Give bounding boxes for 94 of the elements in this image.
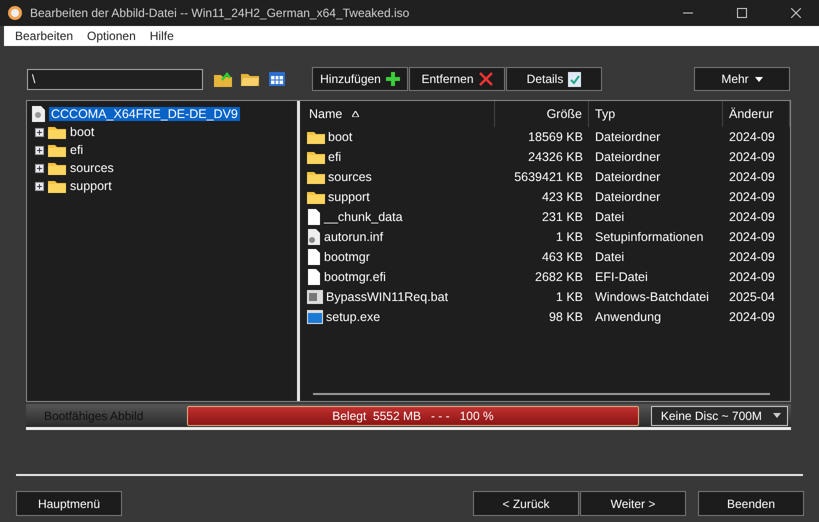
grid-view-icon[interactable] [266,69,288,89]
file-name[interactable]: autorun.inf [324,230,384,244]
folder-icon [307,170,325,184]
folder-icon [307,190,325,204]
file-icon [307,209,321,225]
table-cell-text: 18569 KB [527,129,584,146]
table-cell-text: Anwendung [594,309,662,326]
caret-icon [773,413,781,418]
path-field[interactable]: \ [27,68,203,90]
file-name[interactable]: setup.exe [326,310,380,324]
folder-icon [307,150,325,164]
maximize-icon [737,8,747,18]
folder-icon [48,179,66,193]
details-button[interactable]: Details [506,67,602,91]
expand-icon[interactable] [35,128,44,136]
table-cell-text: 2025-04 [728,289,776,306]
tree-item[interactable]: CCCOMA_X64FRE_DE-DE_DV9 [49,107,240,121]
sort-icon [352,111,360,117]
column-header[interactable]: Änderur [723,101,790,127]
table-cell-text: 231 KB [540,209,584,226]
file-name[interactable]: boot [328,130,352,144]
tree-item[interactable]: support [70,179,112,193]
menu-item[interactable]: Hilfe [142,29,181,43]
more-button[interactable]: Mehr [694,67,790,91]
table-cell-text: Setupinformationen [594,229,704,246]
scrollbar[interactable] [313,393,770,395]
footer-button[interactable]: < Zurück [473,491,579,516]
tree-item[interactable]: boot [70,125,94,139]
table-cell-text: Dateiordner [594,189,662,206]
disc-icon [8,6,22,20]
table-cell-text: Dateiordner [594,169,662,186]
table-cell-text: 98 KB [548,309,584,326]
menu-item[interactable]: Optionen [80,29,143,43]
table-cell-text: 5639421 KB [513,169,584,186]
table-cell-text: 2024-09 [728,169,776,186]
file-name[interactable]: bootmgr [324,250,370,264]
column-header[interactable]: Größe [495,101,589,127]
table-cell-text: 1 KB [554,229,584,246]
table-cell-text: 2024-09 [728,229,776,246]
batch-file-icon [307,290,323,304]
file-icon [307,269,321,285]
settings-file-icon [307,229,321,245]
table-cell-text: 1 KB [554,289,584,306]
table-cell-text: EFI-Datei [594,269,649,286]
close-icon [791,8,801,18]
caret-icon [754,76,763,82]
footer-button[interactable]: Weiter > [580,491,686,516]
table-cell-text: 2024-09 [728,249,776,266]
table-cell-text: Dateiordner [594,149,662,166]
expand-icon[interactable] [35,182,44,190]
table-cell-text: 2024-09 [728,189,776,206]
table-cell-text: Windows-Batchdatei [594,289,710,306]
footer-button[interactable]: Beenden [698,491,804,516]
expand-icon[interactable] [35,146,44,154]
tree-item[interactable]: efi [70,143,84,157]
table-cell-text: 2024-09 [728,269,776,286]
menu-item[interactable]: Bearbeiten [8,29,80,43]
file-name[interactable]: sources [328,170,372,184]
usage-text: Belegt 5552 MB - - - 100 % [331,408,495,422]
file-icon [307,249,321,265]
table-cell-text: 463 KB [540,249,584,266]
folder-icon [307,130,325,144]
window-title: Bearbeiten der Abbild-Datei -- Win11_24H2_German_x64_Tweaked.iso [30,6,410,20]
file-name[interactable]: bootmgr.efi [324,270,386,284]
disc-select[interactable]: Keine Disc ~ 700M [650,406,788,426]
table-cell-text: 2024-09 [728,209,776,226]
column-header[interactable]: Typ [589,101,723,127]
add-button[interactable]: Hinzufügen [312,67,408,91]
tree-item[interactable]: sources [70,161,114,175]
application-icon [307,310,323,324]
table-cell-text: 423 KB [540,189,584,206]
expand-icon[interactable] [35,164,44,172]
column-header[interactable]: Name [303,101,495,127]
folder-icon [48,143,66,157]
plus-icon [386,72,400,86]
table-cell-text: 2024-09 [728,149,776,166]
file-name[interactable]: BypassWIN11Req.bat [326,290,448,304]
cross-icon [478,72,493,86]
file-name[interactable]: support [328,190,370,204]
footer-button[interactable]: Hauptmenü [16,491,122,516]
table-cell-text: Datei [594,249,626,266]
table-cell-text: 2682 KB [534,269,584,286]
table-cell-text: Dateiordner [594,129,662,146]
folder-icon [48,125,66,139]
file-name[interactable]: __chunk_data [324,210,403,224]
table-cell-text: 2024-09 [728,309,776,326]
table-cell-text: 24326 KB [527,149,584,166]
folder-icon [48,161,66,175]
disc-file-icon [32,106,45,122]
table-cell-text: Datei [594,209,626,226]
remove-button[interactable]: Entfernen [409,67,505,91]
document-check-icon [568,72,582,86]
file-name[interactable]: efi [328,150,342,164]
table-cell-text: 2024-09 [728,129,776,146]
